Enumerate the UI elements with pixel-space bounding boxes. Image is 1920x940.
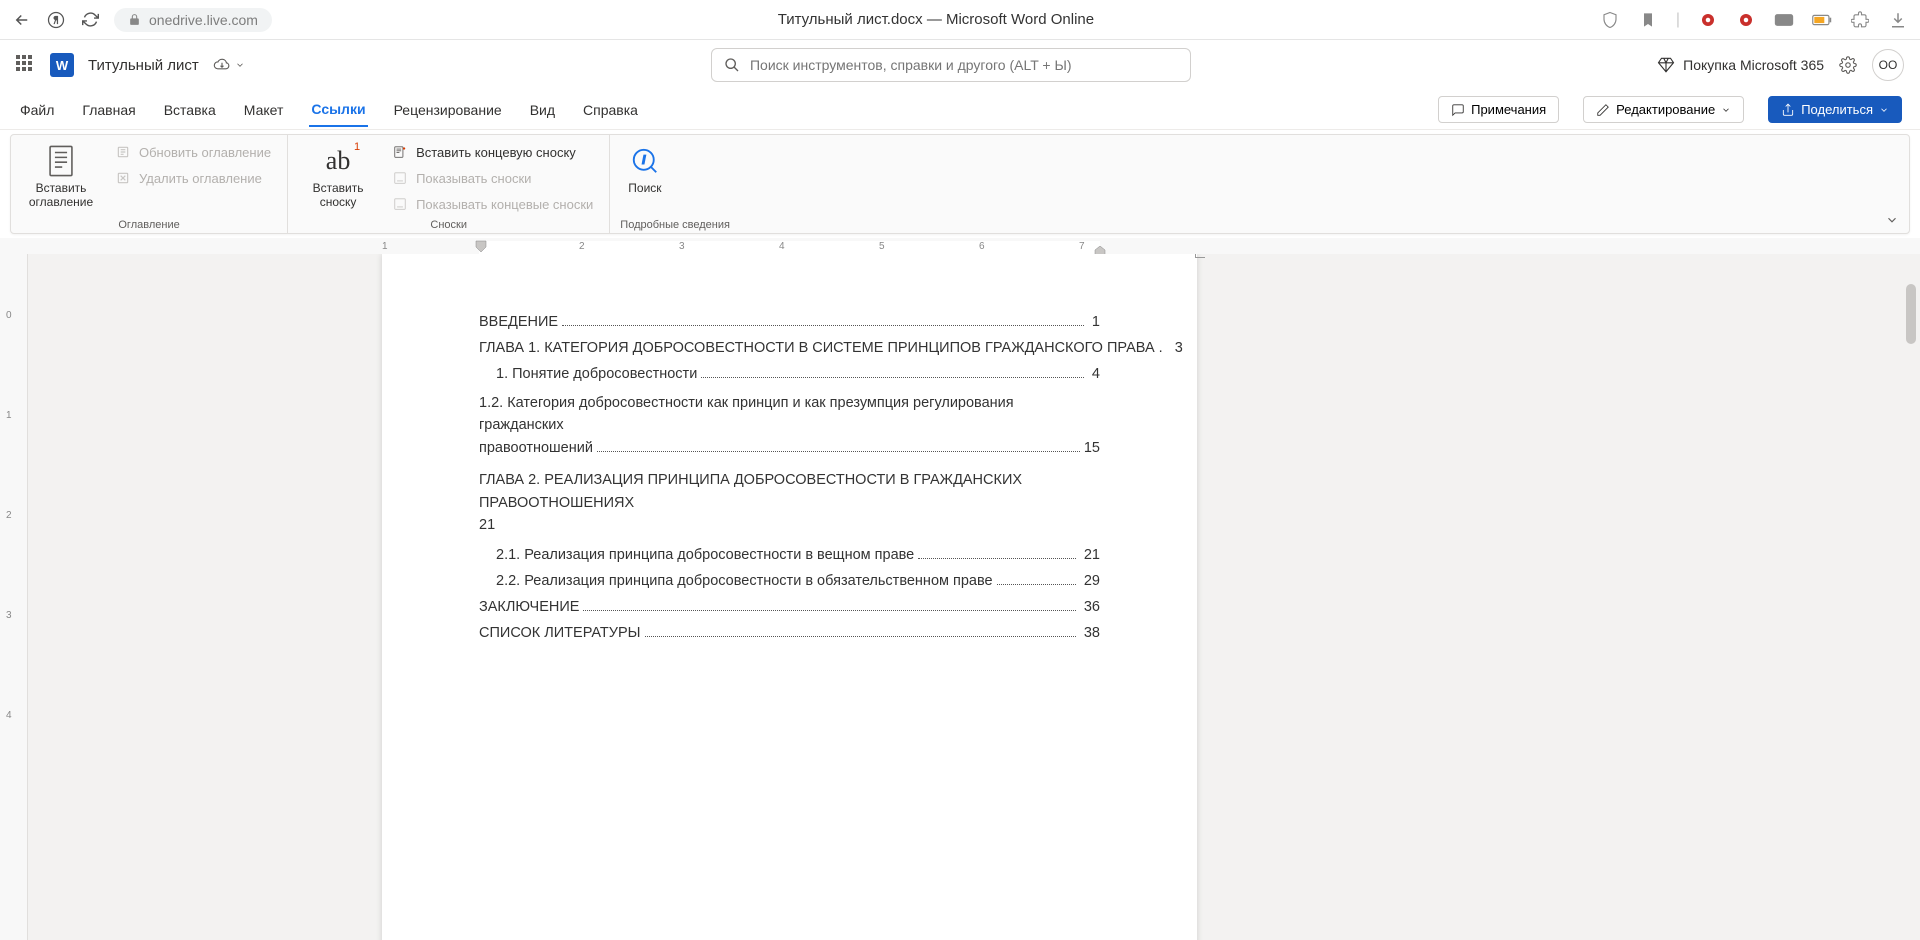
smart-lookup-button[interactable]: i Поиск — [620, 141, 669, 199]
editing-label: Редактирование — [1616, 102, 1715, 117]
search-icon — [724, 57, 740, 73]
tab-help[interactable]: Справка — [581, 94, 640, 126]
ribbon-tabs: Файл Главная Вставка Макет Ссылки Реценз… — [0, 90, 1920, 130]
extensions-puzzle-icon[interactable] — [1850, 10, 1870, 30]
show-footnotes-button: Показывать сноски — [386, 167, 599, 189]
app-header: W Титульный лист Покупка Microsoft 365 О… — [0, 40, 1920, 90]
toc-entry[interactable]: ГЛАВА 1. КАТЕГОРИЯ ДОБРОСОВЕСТНОСТИ В СИ… — [479, 340, 1100, 356]
show-endnotes-icon — [392, 196, 408, 212]
ribbon-panel: Вставить оглавление Обновить оглавление … — [10, 134, 1910, 234]
delete-icon — [115, 170, 131, 186]
extension-icon-1[interactable] — [1698, 10, 1718, 30]
tab-file[interactable]: Файл — [18, 94, 56, 126]
collapse-ribbon-button[interactable] — [1885, 213, 1899, 227]
document-canvas: 0 1 2 3 4 ВВЕДЕНИЕ1 ГЛАВА 1. КАТЕГОРИЯ Д… — [0, 254, 1920, 940]
scroll-thumb[interactable] — [1906, 284, 1916, 344]
remove-toc-button: Удалить оглавление — [109, 167, 277, 189]
share-button[interactable]: Поделиться — [1768, 96, 1902, 123]
smart-lookup-label: Поиск — [628, 181, 661, 195]
browser-extensions: | — [1600, 10, 1908, 30]
comments-button[interactable]: Примечания — [1438, 96, 1559, 123]
toc-entry[interactable]: 2.2. Реализация принципа добросовестност… — [479, 573, 1100, 589]
insert-footnote-label: Вставить сноску — [306, 181, 370, 209]
search-circle-icon: i — [629, 145, 661, 177]
shield-icon[interactable] — [1600, 10, 1620, 30]
insert-toc-label: Вставить оглавление — [29, 181, 93, 209]
insert-footnote-button[interactable]: ab1 Вставить сноску — [298, 141, 378, 213]
group-toc-label: Оглавление — [21, 217, 277, 231]
share-label: Поделиться — [1801, 102, 1873, 117]
margin-mark-icon — [1195, 254, 1205, 258]
group-research: i Поиск Подробные сведения — [610, 135, 740, 233]
refresh-icon — [115, 144, 131, 160]
save-status-icon[interactable] — [213, 56, 245, 74]
tab-layout[interactable]: Макет — [242, 94, 286, 126]
group-research-label: Подробные сведения — [620, 217, 730, 231]
diamond-icon — [1657, 56, 1675, 74]
url-text: onedrive.live.com — [149, 12, 258, 28]
editing-mode-button[interactable]: Редактирование — [1583, 96, 1744, 123]
tab-insert[interactable]: Вставка — [162, 94, 218, 126]
account-avatar[interactable]: ОО — [1872, 49, 1904, 81]
toc-entry[interactable]: 1.2. Категория добросовестности как прин… — [479, 392, 1100, 459]
chevron-down-icon — [1879, 105, 1889, 115]
page-title: Титульный лист.docx — Microsoft Word Onl… — [286, 11, 1586, 28]
lock-icon — [128, 13, 141, 26]
reload-button[interactable] — [80, 10, 100, 30]
back-button[interactable] — [12, 10, 32, 30]
toc-icon — [45, 145, 77, 177]
show-footnotes-icon — [392, 170, 408, 186]
yandex-home-icon[interactable] — [46, 10, 66, 30]
toc-entry[interactable]: ГЛАВА 2. РЕАЛИЗАЦИЯ ПРИНЦИПА ДОБРОСОВЕСТ… — [479, 469, 1100, 536]
premium-label: Покупка Microsoft 365 — [1683, 57, 1824, 73]
document-page[interactable]: ВВЕДЕНИЕ1 ГЛАВА 1. КАТЕГОРИЯ ДОБРОСОВЕСТ… — [382, 254, 1197, 940]
word-app-icon[interactable]: W — [50, 53, 74, 77]
search-input[interactable] — [711, 48, 1191, 82]
svg-text:i: i — [642, 155, 645, 167]
vertical-scrollbar[interactable] — [1904, 254, 1918, 940]
tab-home[interactable]: Главная — [80, 94, 137, 126]
browser-toolbar: onedrive.live.com Титульный лист.docx — … — [0, 0, 1920, 40]
download-icon[interactable] — [1888, 10, 1908, 30]
chevron-down-icon — [1721, 105, 1731, 115]
toc-entry[interactable]: 2.1. Реализация принципа добросовестност… — [479, 547, 1100, 563]
tab-review[interactable]: Рецензирование — [392, 94, 504, 126]
comments-label: Примечания — [1471, 102, 1546, 117]
tab-view[interactable]: Вид — [528, 94, 557, 126]
pencil-icon — [1596, 103, 1610, 117]
app-launcher-icon[interactable] — [16, 55, 36, 75]
separator: | — [1676, 11, 1680, 29]
endnote-icon — [392, 144, 408, 160]
insert-endnote-button[interactable]: Вставить концевую сноску — [386, 141, 599, 163]
vertical-ruler[interactable]: 0 1 2 3 4 — [0, 254, 28, 940]
group-toc: Вставить оглавление Обновить оглавление … — [11, 135, 288, 233]
extension-icon-3[interactable] — [1774, 10, 1794, 30]
share-icon — [1781, 103, 1795, 117]
footnote-icon: ab1 — [322, 145, 354, 177]
tab-references[interactable]: Ссылки — [309, 93, 367, 127]
group-footnotes-label: Сноски — [298, 217, 599, 231]
extension-icon-2[interactable] — [1736, 10, 1756, 30]
group-footnotes: ab1 Вставить сноску Вставить концевую сн… — [288, 135, 610, 233]
show-endnotes-button: Показывать концевые сноски — [386, 193, 599, 215]
toc-entry[interactable]: 1. Понятие добросовестности4 — [479, 366, 1100, 382]
document-title[interactable]: Титульный лист — [88, 57, 199, 74]
insert-toc-button[interactable]: Вставить оглавление — [21, 141, 101, 213]
comment-icon — [1451, 103, 1465, 117]
toc-entry[interactable]: ЗАКЛЮЧЕНИЕ36 — [479, 599, 1100, 615]
battery-icon[interactable] — [1812, 10, 1832, 30]
settings-button[interactable] — [1838, 55, 1858, 75]
toc-entry[interactable]: ВВЕДЕНИЕ1 — [479, 314, 1100, 330]
bookmark-icon[interactable] — [1638, 10, 1658, 30]
address-bar[interactable]: onedrive.live.com — [114, 8, 272, 32]
search-field[interactable] — [750, 57, 1178, 73]
toc-entry[interactable]: СПИСОК ЛИТЕРАТУРЫ38 — [479, 625, 1100, 641]
buy-premium-button[interactable]: Покупка Microsoft 365 — [1657, 56, 1824, 74]
update-toc-button: Обновить оглавление — [109, 141, 277, 163]
